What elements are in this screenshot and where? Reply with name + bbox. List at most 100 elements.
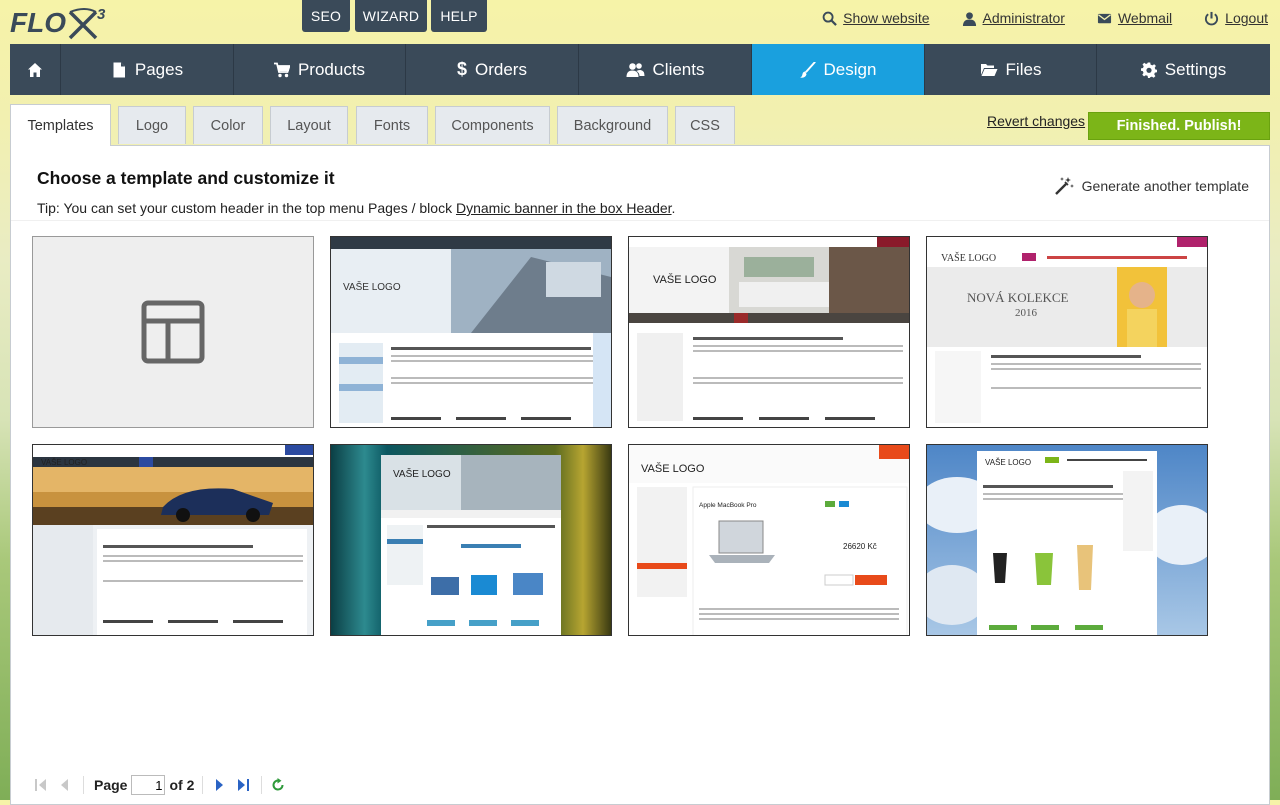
template-thumb-blank[interactable] <box>32 236 314 428</box>
template-logo-text: VAŠE LOGO <box>641 462 705 475</box>
prev-page-icon <box>61 779 68 791</box>
template-thumb-8[interactable]: VAŠE LOGO <box>926 444 1208 636</box>
last-page-button[interactable] <box>235 777 251 793</box>
nav-clients[interactable]: Clients <box>579 44 752 95</box>
tab-fonts[interactable]: Fonts <box>356 106 428 144</box>
tab-color[interactable]: Color <box>193 106 263 144</box>
template-logo-text: VAŠE LOGO <box>343 280 401 293</box>
of-pages-label: of 2 <box>169 777 195 793</box>
user-icon <box>962 11 976 26</box>
brush-icon <box>799 61 816 78</box>
dynamic-banner-link[interactable]: Dynamic banner in the box Header <box>456 200 672 216</box>
revert-changes-link[interactable]: Revert changes <box>987 113 1085 129</box>
dollar-icon: $ <box>457 59 468 79</box>
template-preview-tablet: VAŠE LOGO <box>331 237 611 427</box>
template-product-title: Apple MacBook Pro <box>699 502 757 509</box>
template-collection-year: 2016 <box>1015 307 1038 319</box>
template-thumb-3[interactable]: VAŠE LOGO <box>628 236 910 428</box>
nav-home[interactable] <box>10 44 61 95</box>
template-thumb-2[interactable]: VAŠE LOGO <box>330 236 612 428</box>
pager: Page of 2 <box>33 774 286 796</box>
publish-button[interactable]: Finished. Publish! <box>1088 112 1270 140</box>
envelope-icon <box>1097 13 1112 23</box>
refresh-button[interactable] <box>270 777 286 793</box>
top-links: Show website Administrator Webmail Logou… <box>790 10 1268 26</box>
nav-clients-label: Clients <box>652 59 705 79</box>
template-preview-macbook: VAŠE LOGO Apple MacBook Pro 26620 Kč <box>629 445 909 635</box>
divider <box>11 220 1269 221</box>
home-icon <box>28 62 42 77</box>
next-page-button[interactable] <box>211 777 227 793</box>
tip-prefix: Tip: You can set your custom header in t… <box>37 200 456 216</box>
nav-settings[interactable]: Settings <box>1097 44 1270 95</box>
tab-background[interactable]: Background <box>557 106 668 144</box>
nav-files[interactable]: Files <box>925 44 1097 95</box>
cart-icon <box>273 62 290 77</box>
template-preview-interior: VAŠE LOGO <box>629 237 909 427</box>
template-thumb-7[interactable]: VAŠE LOGO Apple MacBook Pro 26620 Kč <box>628 444 910 636</box>
template-thumb-6[interactable]: VAŠE LOGO <box>330 444 612 636</box>
tab-logo[interactable]: Logo <box>118 106 186 144</box>
tip-suffix: . <box>671 200 676 216</box>
webmail-label: Webmail <box>1117 10 1173 26</box>
file-icon <box>113 62 125 77</box>
tab-layout[interactable]: Layout <box>270 106 348 144</box>
page-title: Choose a template and customize it <box>37 168 335 188</box>
main-nav: Pages Products $ Orders Clients Design F… <box>10 44 1270 95</box>
template-logo-text: VAŠE LOGO <box>41 458 87 467</box>
administrator-link[interactable]: Administrator <box>962 10 1065 26</box>
last-page-icon <box>238 779 250 791</box>
seo-button[interactable]: SEO <box>302 0 350 32</box>
generate-template-label: Generate another template <box>1081 178 1249 194</box>
magic-wand-icon <box>1054 177 1074 195</box>
template-preview-sky: VAŠE LOGO <box>927 445 1207 635</box>
gear-icon <box>1140 62 1157 78</box>
pager-separator <box>83 776 84 794</box>
template-logo-text: VAŠE LOGO <box>393 467 451 480</box>
template-preview-curtains: VAŠE LOGO <box>331 445 611 635</box>
brand-superscript: 3 <box>97 6 106 23</box>
template-price: 26620 Kč <box>843 542 877 551</box>
webmail-link[interactable]: Webmail <box>1097 10 1172 26</box>
users-icon <box>626 62 645 77</box>
nav-settings-label: Settings <box>1164 59 1227 79</box>
template-preview-collection: VAŠE LOGO NOVÁ KOLEKCE 2016 <box>927 237 1207 427</box>
first-page-button[interactable] <box>33 777 49 793</box>
search-icon <box>822 11 837 26</box>
nav-design[interactable]: Design <box>752 44 925 95</box>
nav-orders-label: Orders <box>475 59 527 79</box>
show-website-link[interactable]: Show website <box>822 10 930 26</box>
template-thumb-4[interactable]: VAŠE LOGO NOVÁ KOLEKCE 2016 <box>926 236 1208 428</box>
nav-products[interactable]: Products <box>234 44 406 95</box>
tab-templates[interactable]: Templates <box>10 104 111 146</box>
template-logo-text: VAŠE LOGO <box>653 273 717 286</box>
first-page-icon <box>35 779 46 791</box>
prev-page-button[interactable] <box>57 777 73 793</box>
pager-separator <box>261 776 263 794</box>
logout-link[interactable]: Logout <box>1204 10 1268 26</box>
nav-orders[interactable]: $ Orders <box>406 44 579 95</box>
template-collection-heading: NOVÁ KOLEKCE <box>967 290 1069 305</box>
show-website-label: Show website <box>843 10 930 26</box>
page-number-input[interactable] <box>131 775 166 795</box>
template-thumb-5[interactable]: VAŠE LOGO <box>32 444 314 636</box>
tab-components[interactable]: Components <box>435 106 550 144</box>
tab-css[interactable]: CSS <box>675 106 735 144</box>
next-page-icon <box>216 779 224 791</box>
wizard-button[interactable]: WIZARD <box>355 0 427 32</box>
tip-text: Tip: You can set your custom header in t… <box>37 200 675 216</box>
help-button[interactable]: HELP <box>431 0 487 32</box>
template-logo-text: VAŠE LOGO <box>941 252 996 264</box>
folder-open-icon <box>980 63 998 76</box>
power-icon <box>1205 11 1219 25</box>
nav-design-label: Design <box>823 59 877 79</box>
generate-template-button[interactable]: Generate another template <box>1054 176 1249 196</box>
svg-text:FLO: FLO <box>10 7 66 38</box>
pager-separator <box>202 776 204 794</box>
templates-panel: Choose a template and customize it Tip: … <box>10 145 1270 805</box>
refresh-icon <box>272 778 284 791</box>
logout-label: Logout <box>1225 10 1268 26</box>
page-label: Page <box>94 777 128 793</box>
top-bar: FLO 3 SEO WIZARD HELP Show website Admin… <box>0 0 1280 44</box>
nav-pages[interactable]: Pages <box>61 44 234 95</box>
